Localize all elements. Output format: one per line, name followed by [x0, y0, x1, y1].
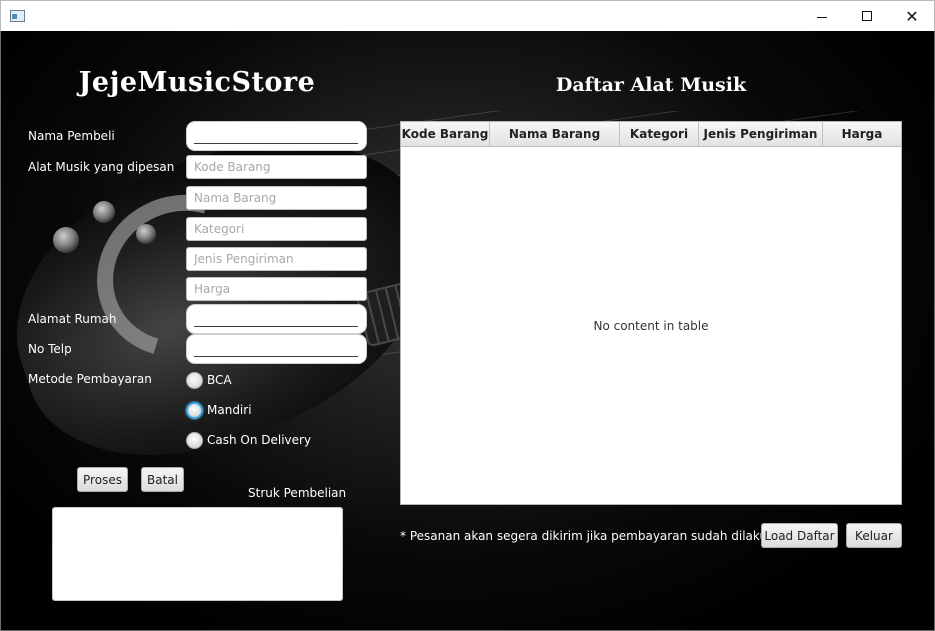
keluar-button[interactable]: Keluar	[846, 523, 902, 548]
payment-option-mandiri[interactable]: Mandiri	[186, 401, 252, 419]
payment-option-label: Mandiri	[207, 403, 252, 417]
close-icon: ✕	[905, 6, 919, 26]
table-empty-message: No content in table	[593, 319, 709, 333]
maximize-icon	[862, 11, 872, 21]
input-underline	[194, 356, 358, 357]
payment-option-label: Cash On Delivery	[207, 433, 312, 447]
table-title: Daftar Alat Musik	[555, 74, 747, 96]
minimize-icon	[817, 16, 827, 18]
payment-option-cod[interactable]: Cash On Delivery	[186, 431, 311, 449]
column-header-harga[interactable]: Harga	[823, 122, 901, 146]
input-underline	[194, 143, 358, 144]
alamat-input[interactable]	[186, 304, 367, 334]
metode-pembayaran-label: Metode Pembayaran	[28, 372, 152, 386]
load-daftar-button[interactable]: Load Daftar	[761, 523, 838, 548]
minimize-button[interactable]	[799, 1, 845, 31]
column-header-nama-barang[interactable]: Nama Barang	[490, 122, 620, 146]
maximize-button[interactable]	[844, 1, 890, 31]
alat-musik-label: Alat Musik yang dipesan	[28, 160, 175, 174]
telp-input[interactable]	[186, 334, 367, 364]
table-header: Kode Barang Nama Barang Kategori Jenis P…	[401, 122, 901, 147]
main-window: JejeMusicStore Daftar Alat Musik Nama Pe…	[0, 31, 935, 631]
harga-field[interactable]: Harga	[186, 277, 367, 301]
alamat-label: Alamat Rumah	[28, 312, 117, 326]
proses-button[interactable]: Proses	[77, 467, 128, 492]
payment-note: * Pesanan akan segera dikirim jika pemba…	[400, 529, 789, 543]
struk-label: Struk Pembelian	[248, 486, 347, 500]
kode-barang-field[interactable]: Kode Barang	[186, 155, 367, 179]
app-title: JejeMusicStore	[78, 67, 316, 98]
batal-button[interactable]: Batal	[141, 467, 184, 492]
struk-textarea[interactable]	[52, 507, 343, 601]
column-header-kode-barang[interactable]: Kode Barang	[401, 122, 490, 146]
kategori-field[interactable]: Kategori	[186, 217, 367, 241]
column-header-jenis-pengiriman[interactable]: Jenis Pengiriman	[699, 122, 823, 146]
input-underline	[194, 326, 358, 327]
payment-option-bca[interactable]: BCA	[186, 371, 232, 389]
nama-pembeli-label: Nama Pembeli	[28, 129, 115, 143]
title-bar: ✕	[0, 0, 935, 31]
nama-pembeli-input[interactable]	[186, 121, 367, 151]
java-app-icon	[10, 10, 25, 22]
guitar-knob-image	[136, 224, 156, 244]
radio-button[interactable]	[186, 371, 203, 389]
close-button[interactable]: ✕	[889, 1, 935, 31]
column-header-kategori[interactable]: Kategori	[620, 122, 699, 146]
telp-label: No Telp	[28, 342, 72, 356]
jenis-pengiriman-field[interactable]: Jenis Pengiriman	[186, 247, 367, 271]
guitar-knob-image	[93, 201, 115, 223]
radio-button[interactable]	[186, 431, 203, 449]
payment-option-label: BCA	[207, 373, 232, 387]
nama-barang-field[interactable]: Nama Barang	[186, 186, 367, 210]
alat-musik-table[interactable]: Kode Barang Nama Barang Kategori Jenis P…	[400, 121, 902, 505]
radio-button[interactable]	[186, 401, 203, 419]
guitar-knob-image	[53, 227, 79, 253]
